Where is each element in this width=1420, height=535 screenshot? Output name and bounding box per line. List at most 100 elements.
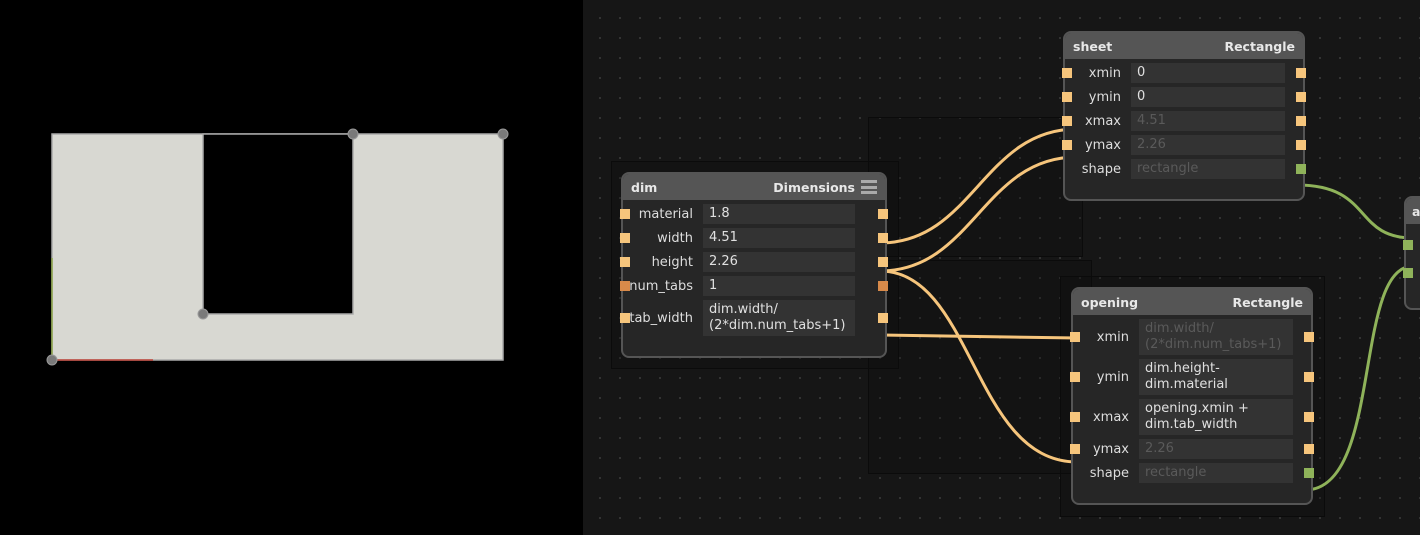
field-row-ymax: ymax 2.26 <box>1070 439 1314 459</box>
input-port[interactable] <box>1062 68 1072 78</box>
field-value-input[interactable]: 0 <box>1131 87 1285 107</box>
node-partial-right[interactable]: a <box>1403 196 1420 310</box>
input-port[interactable] <box>1062 92 1072 102</box>
field-label: material <box>638 206 693 222</box>
output-port[interactable] <box>878 257 888 267</box>
wire-sheet-shape-out[interactable] <box>1296 183 1414 240</box>
field-row-xmax: xmax 4.51 <box>1062 111 1306 131</box>
output-port[interactable] <box>878 209 888 219</box>
input-port[interactable] <box>620 281 630 291</box>
field-label: ymin <box>1096 369 1129 385</box>
input-port[interactable] <box>620 257 630 267</box>
output-port[interactable] <box>1304 468 1314 478</box>
field-value-input[interactable]: 4.51 <box>1131 111 1285 131</box>
output-port[interactable] <box>1296 140 1306 150</box>
opening-min-handle[interactable] <box>197 308 209 320</box>
group-frame-1 <box>868 117 1083 257</box>
field-row-num-tabs: num_tabs 1 <box>620 276 888 296</box>
node-type: Dimensions <box>773 179 855 195</box>
field-value-input[interactable]: 0 <box>1131 63 1285 83</box>
sheet-max-handle[interactable] <box>497 128 509 140</box>
field-row-xmax: xmax opening.xmin + dim.tab_width <box>1070 399 1314 435</box>
input-port[interactable] <box>1070 372 1080 382</box>
field-value-input[interactable]: 4.51 <box>703 228 855 248</box>
field-value-input[interactable]: opening.xmin + dim.tab_width <box>1139 399 1293 435</box>
node-opening[interactable]: opening Rectangle xmin dim.width/ (2*dim… <box>1070 287 1314 505</box>
field-value-input[interactable]: 2.26 <box>1131 135 1285 155</box>
node-sheet[interactable]: sheet Rectangle xmin 0 ymin 0 xmax 4.51 … <box>1062 31 1306 201</box>
opening-cutout <box>202 133 354 315</box>
input-port[interactable] <box>1403 240 1413 250</box>
output-port[interactable] <box>1304 444 1314 454</box>
opening-max-handle[interactable] <box>347 128 359 140</box>
field-row-width: width 4.51 <box>620 228 888 248</box>
field-label: width <box>657 230 693 246</box>
viewport-canvas[interactable] <box>0 0 583 535</box>
field-row-ymin: ymin dim.height- dim.material <box>1070 359 1314 395</box>
node-type: Rectangle <box>1224 38 1295 54</box>
field-label: num_tabs <box>629 278 693 294</box>
output-port[interactable] <box>1304 412 1314 422</box>
field-value-output: rectangle <box>1131 159 1285 179</box>
field-label: shape <box>1081 161 1121 177</box>
output-port[interactable] <box>1304 372 1314 382</box>
field-label: ymin <box>1088 89 1121 105</box>
input-port[interactable] <box>1070 444 1080 454</box>
3d-viewport[interactable] <box>0 0 583 535</box>
input-port[interactable] <box>620 233 630 243</box>
output-port[interactable] <box>1296 92 1306 102</box>
field-value-input[interactable]: dim.height- dim.material <box>1139 359 1293 395</box>
output-port[interactable] <box>878 313 888 323</box>
field-row-xmin: xmin dim.width/ (2*dim.num_tabs+1) <box>1070 319 1314 355</box>
node-name: a <box>1412 203 1420 219</box>
input-port[interactable] <box>1070 412 1080 422</box>
node-header[interactable]: a <box>1406 198 1420 224</box>
field-value-output: rectangle <box>1139 463 1293 483</box>
field-value-input[interactable]: 2.26 <box>703 252 855 272</box>
sheet-min-handle[interactable] <box>46 354 58 366</box>
output-port[interactable] <box>1296 164 1306 174</box>
field-value-input[interactable]: dim.width/ (2*dim.num_tabs+1) <box>703 300 855 336</box>
group-frame-2 <box>868 260 1092 474</box>
field-row-ymax: ymax 2.26 <box>1062 135 1306 155</box>
node-name: sheet <box>1073 38 1113 54</box>
field-value-input[interactable]: 1 <box>703 276 855 296</box>
input-port[interactable] <box>1403 268 1413 278</box>
node-dim[interactable]: dim Dimensions material 1.8 width 4.51 h… <box>620 172 888 358</box>
input-port[interactable] <box>1062 116 1072 126</box>
input-port[interactable] <box>620 313 630 323</box>
field-row-xmin: xmin 0 <box>1062 63 1306 83</box>
field-label: xmax <box>1084 113 1121 129</box>
field-label: height <box>651 254 693 270</box>
field-row-shape: shape rectangle <box>1073 463 1314 483</box>
field-row-height: height 2.26 <box>620 252 888 272</box>
field-row-shape: shape rectangle <box>1065 159 1306 179</box>
output-port[interactable] <box>878 233 888 243</box>
field-value-input[interactable]: 1.8 <box>703 204 855 224</box>
hamburger-menu-icon[interactable] <box>861 180 877 194</box>
field-label: tab_width <box>629 310 693 326</box>
input-port[interactable] <box>1070 332 1080 342</box>
node-header[interactable]: sheet Rectangle <box>1065 33 1303 59</box>
input-port[interactable] <box>620 209 630 219</box>
field-label: shape <box>1089 465 1129 481</box>
node-graph-canvas[interactable]: dim Dimensions material 1.8 width 4.51 h… <box>583 0 1420 535</box>
field-label: ymax <box>1092 441 1129 457</box>
node-name: dim <box>631 179 658 195</box>
input-port[interactable] <box>1062 140 1072 150</box>
field-value-input[interactable]: dim.width/ (2*dim.num_tabs+1) <box>1139 319 1293 355</box>
node-header[interactable]: dim Dimensions <box>623 174 885 200</box>
field-row-ymin: ymin 0 <box>1062 87 1306 107</box>
field-value-input[interactable]: 2.26 <box>1139 439 1293 459</box>
node-header[interactable]: opening Rectangle <box>1073 289 1311 315</box>
field-label: xmin <box>1096 329 1129 345</box>
field-label: xmax <box>1092 409 1129 425</box>
field-label: ymax <box>1084 137 1121 153</box>
output-port[interactable] <box>1296 68 1306 78</box>
output-port[interactable] <box>1296 116 1306 126</box>
node-name: opening <box>1081 294 1139 310</box>
field-row-tab-width: tab_width dim.width/ (2*dim.num_tabs+1) <box>620 300 888 336</box>
output-port[interactable] <box>878 281 888 291</box>
output-port[interactable] <box>1304 332 1314 342</box>
node-type: Rectangle <box>1232 294 1303 310</box>
